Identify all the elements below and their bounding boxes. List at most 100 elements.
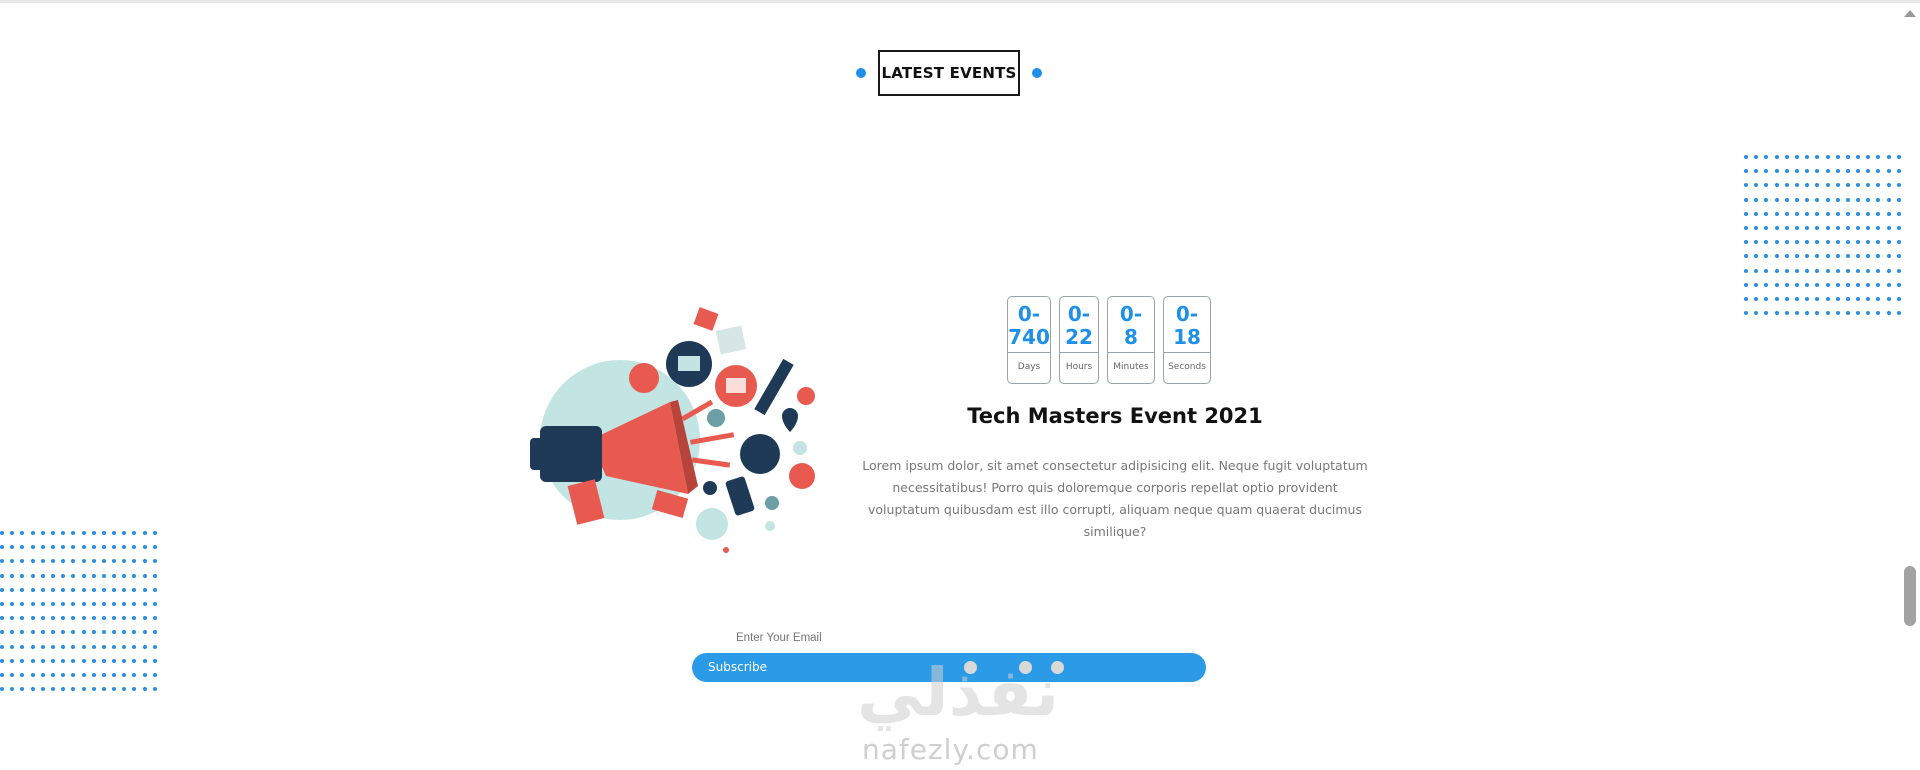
- pattern-dot: [1896, 282, 1901, 287]
- pattern-dot: [1845, 211, 1850, 216]
- pattern-dot: [1866, 183, 1871, 188]
- pattern-dot: [152, 630, 157, 635]
- pattern-dot: [20, 545, 25, 550]
- pattern-dot: [1794, 296, 1799, 301]
- pattern-dot: [1825, 225, 1830, 230]
- pattern-dot: [30, 545, 35, 550]
- pattern-dot: [91, 559, 96, 564]
- pattern-dot: [152, 672, 157, 677]
- pattern-dot: [1886, 296, 1891, 301]
- pattern-dot: [1825, 155, 1830, 159]
- pattern-dot: [1784, 254, 1789, 259]
- event-title: Tech Masters Event 2021: [967, 404, 1263, 428]
- pattern-dot: [91, 616, 96, 621]
- pattern-dot: [1825, 169, 1830, 174]
- pattern-dot: [1886, 268, 1891, 273]
- pattern-dot: [1744, 296, 1748, 301]
- pattern-dot: [1835, 240, 1840, 245]
- pattern-dot: [1886, 155, 1891, 159]
- countdown-seconds: 0- 18 Seconds: [1163, 296, 1211, 384]
- pattern-dot: [132, 658, 137, 663]
- pattern-dot: [132, 587, 137, 592]
- caret-up-icon[interactable]: [1904, 10, 1916, 17]
- pattern-dot: [1866, 296, 1871, 301]
- pattern-dot: [1845, 169, 1850, 174]
- countdown-label: Days: [1008, 351, 1050, 383]
- pattern-dot: [142, 587, 147, 592]
- pattern-dot: [1845, 311, 1850, 316]
- pattern-dot: [61, 531, 66, 535]
- pattern-dot: [122, 559, 127, 564]
- pattern-dot: [1876, 254, 1881, 259]
- pattern-dot: [91, 630, 96, 635]
- pattern-dot: [1845, 225, 1850, 230]
- pattern-dot: [0, 601, 4, 606]
- pattern-dot: [152, 531, 157, 535]
- pattern-dot: [101, 687, 106, 692]
- pattern-dot: [152, 587, 157, 592]
- pattern-dot: [1886, 169, 1891, 174]
- pattern-dot: [1815, 183, 1820, 188]
- pattern-dot: [122, 672, 127, 677]
- section-heading: LATEST EVENTS: [856, 50, 1042, 96]
- pattern-dot: [30, 616, 35, 621]
- pattern-dot: [1866, 240, 1871, 245]
- pattern-dot: [1744, 311, 1748, 316]
- pattern-dot: [91, 644, 96, 649]
- pattern-dot: [20, 644, 25, 649]
- pattern-dot: [81, 601, 86, 606]
- pattern-dot: [1835, 197, 1840, 202]
- pattern-dot: [81, 573, 86, 578]
- scrollbar[interactable]: [1902, 0, 1920, 770]
- pattern-dot: [71, 531, 76, 535]
- pattern-dot: [1825, 268, 1830, 273]
- pattern-dot: [112, 531, 117, 535]
- pattern-dot: [1774, 197, 1779, 202]
- email-input[interactable]: [736, 632, 1036, 644]
- pattern-dot: [1784, 311, 1789, 316]
- pattern-dot: [112, 644, 117, 649]
- pattern-dot: [1784, 155, 1789, 159]
- pattern-dot: [50, 573, 55, 578]
- pattern-dot: [101, 630, 106, 635]
- pattern-dot: [1886, 282, 1891, 287]
- pattern-dot: [1744, 225, 1748, 230]
- pattern-dot: [1754, 183, 1759, 188]
- pattern-dot: [1886, 183, 1891, 188]
- pattern-dot: [122, 616, 127, 621]
- pattern-dot: [1774, 211, 1779, 216]
- pattern-dot: [132, 601, 137, 606]
- pattern-dot: [1754, 296, 1759, 301]
- pattern-dot: [1815, 282, 1820, 287]
- pattern-dot: [1744, 197, 1748, 202]
- pattern-dot: [132, 559, 137, 564]
- pattern-dot: [1805, 268, 1810, 273]
- subscribe-button[interactable]: Subscribe: [708, 653, 767, 682]
- countdown-value: 0- 22: [1065, 302, 1093, 349]
- pattern-dot: [132, 630, 137, 635]
- pattern-dot: [81, 616, 86, 621]
- pattern-dot: [1876, 240, 1881, 245]
- pattern-dot: [1774, 254, 1779, 259]
- pattern-dot: [61, 587, 66, 592]
- scrollbar-thumb[interactable]: [1904, 566, 1916, 626]
- pattern-dot: [1784, 183, 1789, 188]
- pattern-dot: [40, 601, 45, 606]
- pattern-dot: [1896, 155, 1901, 159]
- pattern-dot: [101, 587, 106, 592]
- pattern-dot: [1815, 296, 1820, 301]
- pattern-dot: [30, 658, 35, 663]
- pattern-dot: [132, 573, 137, 578]
- pattern-dot: [1744, 268, 1748, 273]
- pattern-dot: [142, 559, 147, 564]
- pattern-dot: [0, 573, 4, 578]
- pattern-dot: [61, 672, 66, 677]
- pattern-dot: [1835, 225, 1840, 230]
- pattern-dot: [40, 545, 45, 550]
- pattern-dot: [1784, 268, 1789, 273]
- pattern-dot: [1896, 169, 1901, 174]
- pattern-dot: [1754, 211, 1759, 216]
- pattern-dot: [1794, 225, 1799, 230]
- pattern-dot: [1896, 254, 1901, 259]
- top-border: [0, 0, 1920, 3]
